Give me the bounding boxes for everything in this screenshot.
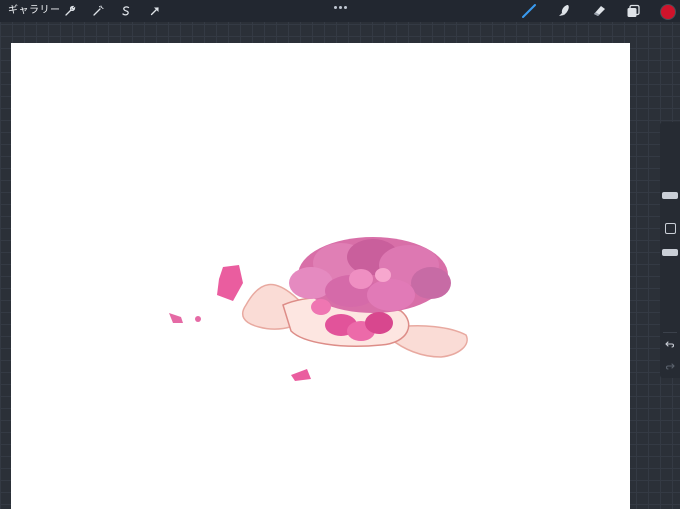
gallery-button[interactable]: ギャラリー xyxy=(8,3,61,19)
right-sidebar xyxy=(660,122,680,378)
eraser-icon[interactable] xyxy=(590,2,608,20)
artwork-petal-a xyxy=(217,265,243,301)
wrench-icon[interactable] xyxy=(61,2,79,20)
opacity-slider[interactable] xyxy=(662,249,678,256)
move-arrow-icon[interactable] xyxy=(146,2,164,20)
color-picker-button[interactable] xyxy=(660,4,676,20)
modify-button[interactable] xyxy=(665,223,676,234)
artwork-petal-d xyxy=(291,369,311,381)
artwork-petal-c xyxy=(195,316,201,322)
brush-icon[interactable] xyxy=(520,2,538,20)
magic-wand-icon[interactable] xyxy=(89,2,107,20)
selection-icon[interactable] xyxy=(117,2,135,20)
redo-button[interactable] xyxy=(663,360,677,372)
artwork-petal-b xyxy=(169,313,183,323)
brush-size-slider[interactable] xyxy=(662,192,678,199)
more-options-icon[interactable] xyxy=(332,2,348,12)
top-toolbar: ギャラリー xyxy=(0,0,680,22)
smudge-icon[interactable] xyxy=(555,2,573,20)
sidebar-divider xyxy=(663,332,677,333)
artwork-illustration xyxy=(169,237,468,381)
undo-button[interactable] xyxy=(663,338,677,350)
undo-icon xyxy=(665,341,675,348)
redo-icon xyxy=(665,363,675,370)
layers-icon[interactable] xyxy=(624,2,642,20)
drawing-canvas[interactable] xyxy=(11,43,630,509)
